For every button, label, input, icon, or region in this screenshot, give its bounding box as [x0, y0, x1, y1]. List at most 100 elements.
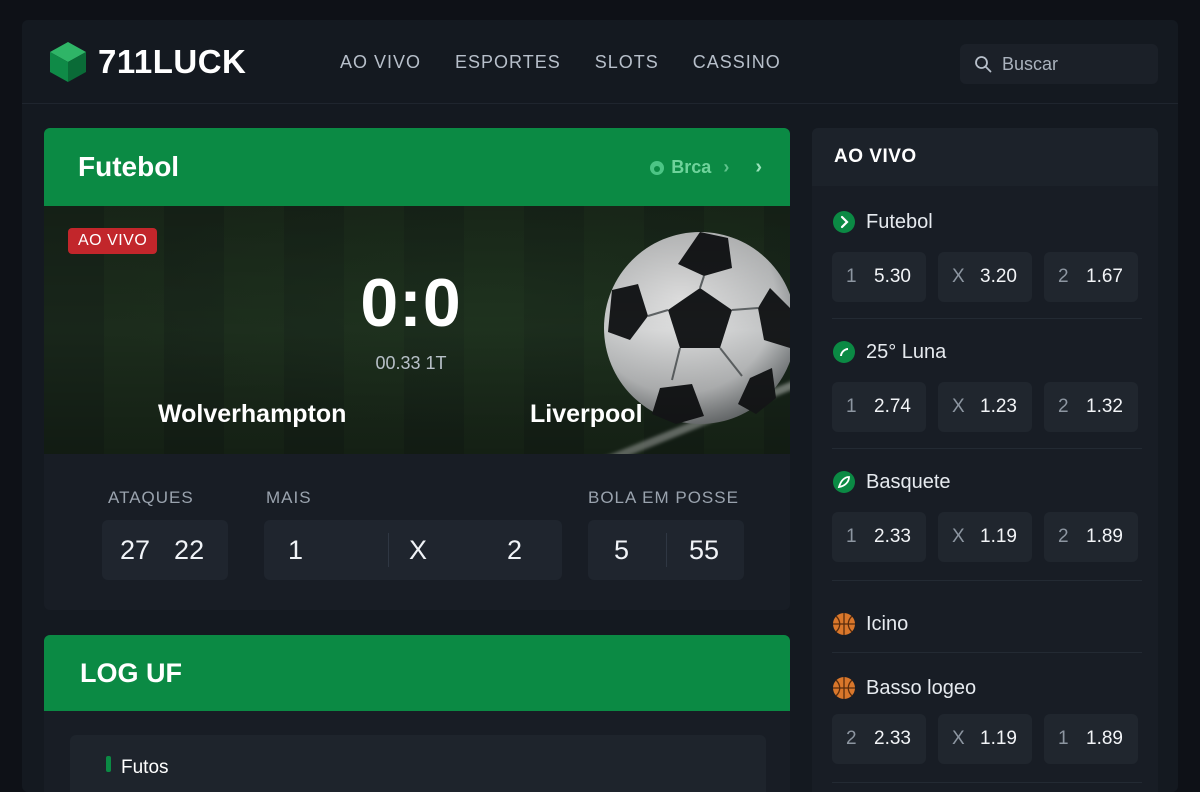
nav-ao-vivo[interactable]: AO VIVO [340, 52, 421, 73]
odd-value: 1.67 [1086, 266, 1123, 287]
log-list: Futos [70, 735, 766, 792]
match-clock: 00.33 1T [375, 353, 447, 373]
odd-key: 2 [846, 728, 857, 749]
odd-value: 1.19 [980, 526, 1017, 547]
basketball-icon [833, 613, 855, 635]
leaf-circle-icon [833, 471, 855, 493]
odd-button[interactable]: 2 1.32 [1044, 382, 1138, 432]
event-title: 25° Luna [832, 340, 1142, 364]
odd-button[interactable]: 2 1.89 [1044, 512, 1138, 562]
chevron-right-icon: › [723, 157, 730, 177]
odd-key: X [952, 266, 965, 287]
possession-label: BOLA EM POSSE [588, 488, 739, 507]
event-title: Basso logeo [832, 676, 1142, 700]
match-banner: AO VIVO 0:0 00.33 1T Wolverhampton Liver… [44, 206, 790, 454]
league-selector[interactable]: Brca › › [649, 156, 762, 179]
log-item[interactable]: Futos [106, 756, 169, 779]
nav-slots[interactable]: SLOTS [595, 52, 659, 73]
more-odds-box[interactable]: 1 X 2 [264, 520, 562, 580]
divider [832, 448, 1142, 449]
log-card: LOG UF Futos [44, 635, 790, 792]
odd-button[interactable]: X 1.23 [938, 382, 1032, 432]
odd-button[interactable]: X 3.20 [938, 252, 1032, 302]
event-icino[interactable]: Icino [832, 612, 1142, 636]
odd-button[interactable]: 1 1.89 [1044, 714, 1138, 764]
odd-value: 1.32 [1086, 396, 1123, 417]
odd-button[interactable]: 2 1.67 [1044, 252, 1138, 302]
search-input[interactable] [1002, 53, 1142, 75]
odd-value: 1.23 [980, 396, 1017, 417]
match-score: 0:0 [360, 265, 462, 341]
possession-box: 5 55 [588, 520, 744, 580]
attacks-label: ATAQUES [108, 488, 194, 507]
event-name: Basso logeo [866, 676, 977, 699]
odd-button[interactable]: 1 5.30 [832, 252, 926, 302]
event-odds: 1 2.74 X 1.23 2 1.32 [832, 382, 1150, 432]
event-odds: 1 5.30 X 3.20 2 1.67 [832, 252, 1150, 302]
log-item-label: Futos [121, 757, 169, 778]
odd-value: 1.89 [1086, 526, 1123, 547]
league-icon [650, 160, 665, 175]
away-team-name: Liverpool [530, 400, 643, 428]
more-away[interactable]: 2 [507, 535, 522, 566]
brand-name: 711LUCK [98, 43, 247, 80]
odd-value: 5.30 [874, 266, 911, 287]
odd-button[interactable]: X 1.19 [938, 512, 1032, 562]
odd-key: 2 [1058, 396, 1069, 417]
log-card-header: LOG UF [44, 635, 790, 711]
live-badge: AO VIVO [68, 228, 158, 254]
odd-key: X [952, 728, 965, 749]
odd-button[interactable]: X 1.19 [938, 714, 1032, 764]
brand-logo[interactable]: 711LUCK [48, 40, 246, 84]
event-name: Futebol [866, 210, 933, 233]
divider [666, 533, 667, 567]
more-mid[interactable]: X [409, 535, 499, 566]
cube-logo-icon [50, 42, 86, 82]
match-card-header: Futebol Brca › › [44, 128, 790, 206]
odd-button[interactable]: 2 2.33 [832, 714, 926, 764]
nav-esportes[interactable]: ESPORTES [455, 52, 561, 73]
possession-home: 5 [614, 534, 630, 565]
odd-value: 2.74 [874, 396, 911, 417]
odd-key: 1 [846, 396, 857, 417]
event-basso-logeo[interactable]: Basso logeo [832, 676, 1142, 700]
log-title: LOG UF [80, 657, 182, 688]
odd-button[interactable]: 1 2.33 [832, 512, 926, 562]
search-icon [975, 56, 992, 73]
odd-value: 3.20 [980, 266, 1017, 287]
event-title: Icino [832, 612, 1142, 636]
event-odds: 1 2.33 X 1.19 2 1.89 [832, 512, 1150, 562]
nav-cassino[interactable]: CASSINO [693, 52, 781, 73]
match-card: Futebol Brca › › AO VIVO 0:0 00.33 1T Wo… [44, 128, 790, 610]
odd-key: 1 [846, 526, 857, 547]
event-name: 25° Luna [866, 340, 947, 363]
main-nav: AO VIVO ESPORTES SLOTS CASSINO [340, 52, 815, 73]
marker-icon [106, 756, 111, 772]
home-team-name: Wolverhampton [158, 400, 347, 428]
attacks-home: 27 [120, 534, 151, 565]
odd-value: 1.89 [1086, 728, 1123, 749]
odd-key: 2 [1058, 266, 1069, 287]
odd-button[interactable]: 1 2.74 [832, 382, 926, 432]
search-box[interactable] [960, 44, 1158, 84]
more-home[interactable]: 1 [288, 535, 388, 566]
event-25-luna[interactable]: 25° Luna [832, 340, 1142, 364]
event-name: Basquete [866, 470, 951, 493]
odd-key: 2 [1058, 526, 1069, 547]
odd-value: 1.19 [980, 728, 1017, 749]
event-odds: 2 2.33 X 1.19 1 1.89 [832, 714, 1150, 764]
sidebar-title: AO VIVO [812, 128, 1158, 186]
attacks-box: 27 22 [102, 520, 228, 580]
event-futebol[interactable]: Futebol [832, 210, 1142, 234]
event-name: Icino [866, 612, 909, 635]
top-header: 711LUCK AO VIVO ESPORTES SLOTS CASSINO [22, 20, 1178, 104]
odd-key: 1 [846, 266, 857, 287]
odd-key: X [952, 526, 965, 547]
next-arrow-icon[interactable]: › [755, 156, 762, 179]
phone-circle-icon [833, 341, 855, 363]
more-label: MAIS [266, 488, 312, 507]
arrow-circle-icon [833, 211, 855, 233]
event-basquete[interactable]: Basquete [832, 470, 1142, 494]
live-sidebar: AO VIVO Futebol 1 5.30 X 3.20 2 1.67 25° Lu… [812, 128, 1158, 792]
basketball-icon [833, 677, 855, 699]
